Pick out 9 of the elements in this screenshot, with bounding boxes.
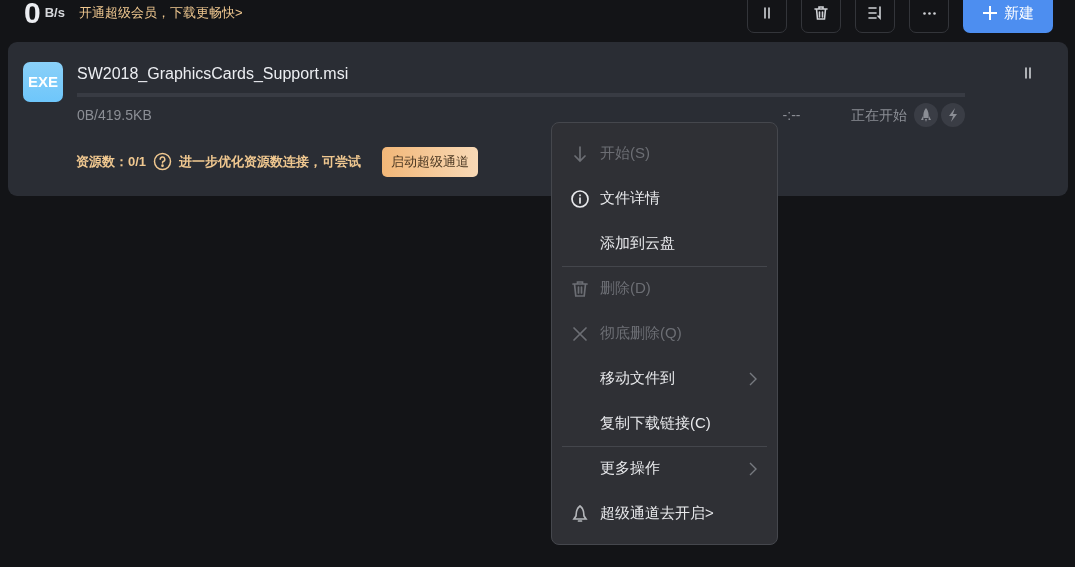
task-status: 正在开始 — [850, 105, 907, 125]
file-type-icon: EXE — [23, 62, 63, 102]
file-name: SW2018_GraphicsCards_Support.msi — [77, 64, 349, 84]
time-remaining: -:-- — [782, 105, 801, 125]
file-size: 0B/419.5KB — [77, 105, 152, 125]
source-count: 资源数：0/1 — [76, 153, 147, 171]
optimize-hint: 进一步优化资源数连接，可尝试 — [179, 153, 362, 171]
speed-unit: B/s — [44, 4, 65, 23]
speed-value: 0 — [24, 0, 41, 28]
